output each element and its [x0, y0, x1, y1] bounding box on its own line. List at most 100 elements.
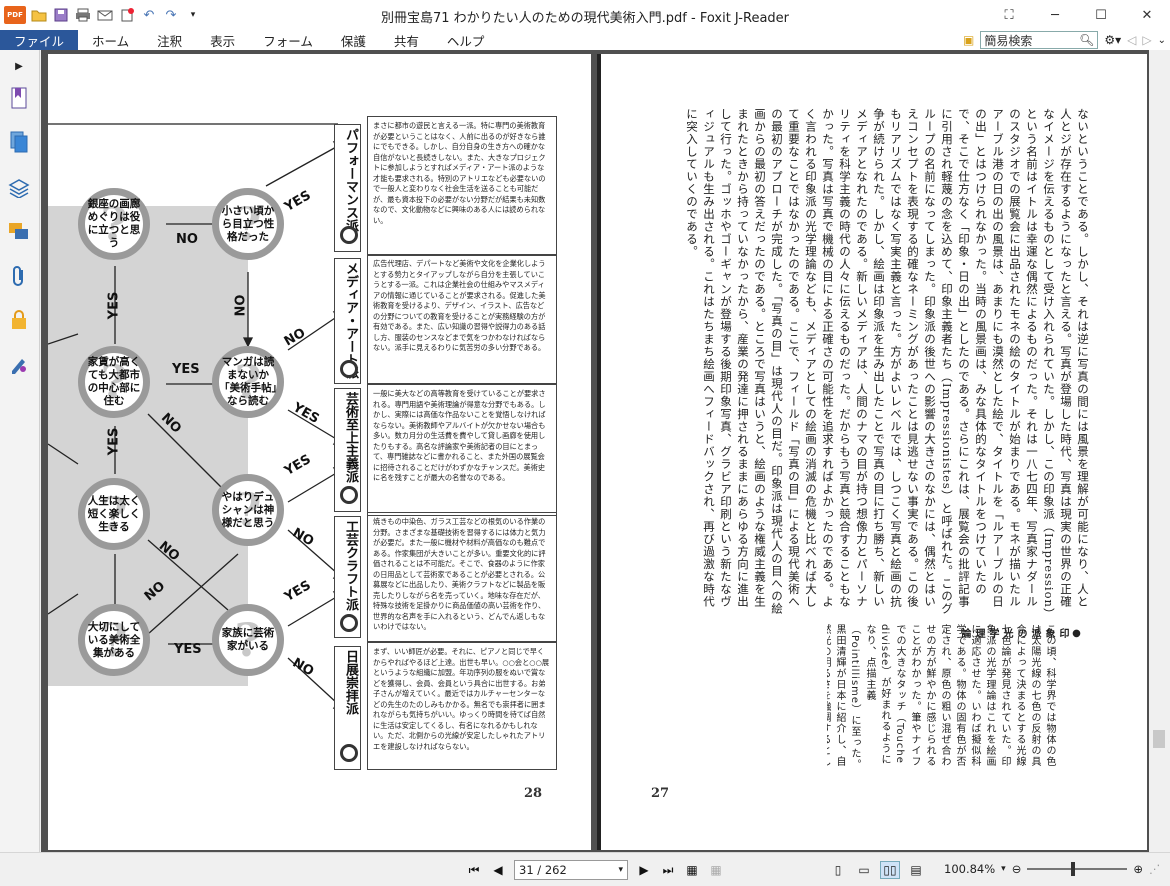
undo-icon[interactable]: ↶ — [140, 6, 158, 24]
attachments-icon[interactable] — [7, 264, 31, 288]
category-title: 芸術至上主義派 — [343, 392, 358, 483]
close-button[interactable]: ✕ — [1124, 0, 1170, 30]
page-layout-controls: ▯ ▭ ▯▯ ▤ — [828, 861, 926, 879]
chevron-down-icon: ▾ — [618, 865, 623, 875]
save-icon[interactable] — [52, 6, 70, 24]
category-title: パフォーマンス派 — [343, 128, 358, 232]
zoom-out-icon[interactable]: ⊖ — [1012, 862, 1022, 876]
menu-view[interactable]: 表示 — [196, 30, 249, 50]
previous-view-icon[interactable]: ▦ — [684, 861, 700, 879]
pages-icon[interactable] — [7, 130, 31, 154]
page-number-select[interactable]: 31 / 262 ▾ — [514, 860, 628, 880]
flow-node-3: ? 家賃が高くても大都市の中心部に住む — [78, 346, 150, 418]
category-description: 広告代理店、デパートなど美術や文化を企業化しようとする勢力とタイアップしながら自… — [367, 254, 557, 384]
email-icon[interactable] — [96, 6, 114, 24]
answer-label-yes: YES — [172, 362, 200, 377]
app-logo[interactable]: PDF — [4, 6, 26, 24]
flow-node-2: ? 小さい頃から目立つ性格だった — [212, 188, 284, 260]
scrollbar-thumb[interactable] — [1153, 730, 1165, 748]
page-number: 27 — [651, 786, 670, 801]
pdf-page-right: ないということである。しかし、それは逆に写真の間には風景を理解が可能になり、人と… — [597, 54, 1147, 850]
bookmark-icon[interactable] — [7, 86, 31, 110]
next-view-icon[interactable]: ▦ — [708, 861, 724, 879]
zoom-slider-knob[interactable] — [1071, 862, 1076, 876]
menu-protect[interactable]: 保護 — [327, 30, 380, 50]
answer-label-yes: YES — [106, 427, 122, 456]
flow-node-8: ? 家族に芸術家がいる — [212, 604, 284, 676]
category-description: 焼きもの中染色、ガラス工芸などの根気のいる作業の分野。さまざまな基礎技術を習得す… — [367, 512, 557, 642]
forward-icon[interactable]: ▷ — [1142, 33, 1151, 47]
navigation-panel: ▶ — [0, 50, 40, 852]
flow-node-label: マンガは読まないか「美術手帖」なら読む — [219, 356, 277, 407]
folder-search-icon[interactable]: ▣ — [963, 33, 974, 47]
minimize-button[interactable]: ─ — [1032, 0, 1078, 30]
continuous-page-icon[interactable]: ▭ — [854, 861, 874, 879]
flow-node-label: 家族に芸術家がいる — [221, 627, 275, 652]
ribbon-badge-icon — [340, 614, 358, 632]
ribbon-badge-icon — [340, 360, 358, 378]
fullscreen-icon[interactable]: ⛶ — [986, 0, 1032, 30]
menu-bar: ファイル ホーム 注釈 表示 フォーム 保護 共有 ヘルプ ▣ 簡易検索 🔍︎ … — [0, 30, 1170, 50]
dropdown-icon[interactable]: ▾ — [184, 6, 202, 24]
new-icon[interactable] — [118, 6, 136, 24]
category-title: 日展崇拝派 — [343, 650, 358, 715]
page-number-display: 31 / 262 — [519, 863, 567, 877]
panel-expand-icon[interactable]: ▶ — [7, 54, 31, 78]
ribbon-badge-icon — [340, 744, 358, 762]
category-title: 工芸クラフト派 — [343, 520, 358, 611]
pdf-page-left: ? 銀座の画廊めぐりは役に立つと思う ? 小さい頃から目立つ性格だった ? 家賃が高く… — [48, 54, 591, 850]
menu-share[interactable]: 共有 — [380, 30, 433, 50]
menu-file[interactable]: ファイル — [0, 30, 79, 50]
search-icon[interactable]: 🔍︎ — [1079, 33, 1094, 47]
answer-label-yes: YES — [106, 291, 122, 320]
zoom-in-icon[interactable]: ⊕ — [1133, 862, 1143, 876]
back-icon[interactable]: ◁ — [1127, 33, 1136, 47]
resize-grip-icon[interactable]: ⋰ — [1149, 862, 1161, 876]
previous-page-icon[interactable]: ◀ — [490, 861, 506, 879]
collapse-ribbon-icon[interactable]: ⌄ — [1158, 35, 1166, 46]
page-number: 28 — [524, 786, 543, 801]
document-view[interactable]: ? 銀座の画廊めぐりは役に立つと思う ? 小さい頃から目立つ性格だった ? 家賃が高く… — [41, 50, 1149, 852]
open-folder-icon[interactable] — [30, 6, 48, 24]
vertical-scrollbar[interactable] — [1149, 50, 1170, 852]
menu-help[interactable]: ヘルプ — [433, 30, 499, 50]
single-page-icon[interactable]: ▯ — [828, 861, 848, 879]
first-page-icon[interactable]: ⏮ — [466, 861, 482, 879]
maximize-button[interactable]: ☐ — [1078, 0, 1124, 30]
answer-label-yes: YES — [174, 642, 202, 657]
body-text: ないということである。しかし、それは逆に写真の間には風景を理解が可能になり、人と… — [685, 108, 1090, 615]
flow-node-label: やはりデュシャンは神様だと思う — [221, 490, 275, 529]
last-page-icon[interactable]: ⏭ — [660, 861, 676, 879]
zoom-level[interactable]: 100.84% — [944, 862, 995, 876]
facing-page-icon[interactable]: ▯▯ — [880, 861, 900, 879]
next-page-icon[interactable]: ▶ — [636, 861, 652, 879]
ribbon-badge-icon — [340, 486, 358, 504]
flow-node-label: 銀座の画廊めぐりは役に立つと思う — [87, 198, 141, 249]
sidebar-heading: ●印象派の光学理論 — [959, 628, 1082, 640]
search-input[interactable]: 簡易検索 🔍︎ — [980, 31, 1099, 49]
page-navigation: ⏮ ◀ 31 / 262 ▾ ▶ ⏭ ▦ ▦ — [466, 860, 724, 880]
layers-icon[interactable] — [7, 176, 31, 200]
flow-node-5: ? 人生は太く短く楽しく生きる — [78, 478, 150, 550]
flow-node-6: ? やはりデュシャンは神様だと思う — [212, 474, 284, 546]
print-icon[interactable] — [74, 6, 92, 24]
zoom-dropdown-icon[interactable]: ▾ — [1001, 864, 1006, 874]
zoom-slider[interactable] — [1027, 862, 1128, 876]
flow-node-7: ? 大切にしている美術全集がある — [78, 604, 150, 676]
continuous-facing-icon[interactable]: ▤ — [906, 861, 926, 879]
comments-icon[interactable] — [7, 220, 31, 244]
settings-gear-icon[interactable]: ⚙▾ — [1104, 33, 1121, 47]
redo-icon[interactable]: ↷ — [162, 6, 180, 24]
sidebar-text: この頃、科学界では物体の色は太陽光線の七色の反射の具合によって決まるとする光線七… — [827, 624, 1055, 771]
answer-label-no: NO — [176, 232, 198, 247]
menu-comment[interactable]: 注釈 — [143, 30, 196, 50]
menu-home[interactable]: ホーム — [78, 30, 143, 50]
category-description: まず、いい師匠が必要。それに、ピアノと同じで早くからやればやるほど上達。出世も早… — [367, 642, 557, 770]
flow-node-label: 家賃が高くても大都市の中心部に住む — [87, 356, 141, 407]
signature-icon[interactable] — [7, 352, 31, 376]
menu-form[interactable]: フォーム — [249, 30, 327, 50]
flow-node-4: ? マンガは読まないか「美術手帖」なら読む — [212, 346, 284, 418]
category-description: 一般に美大などの高等教育を受けていることが要求される。専門用語や美術理論が得意な… — [367, 384, 557, 516]
security-icon[interactable] — [7, 308, 31, 332]
title-bar: PDF ↶ ↷ ▾ 別冊宝島71 わかりたい人のための現代美術入門.pdf - … — [0, 0, 1170, 30]
